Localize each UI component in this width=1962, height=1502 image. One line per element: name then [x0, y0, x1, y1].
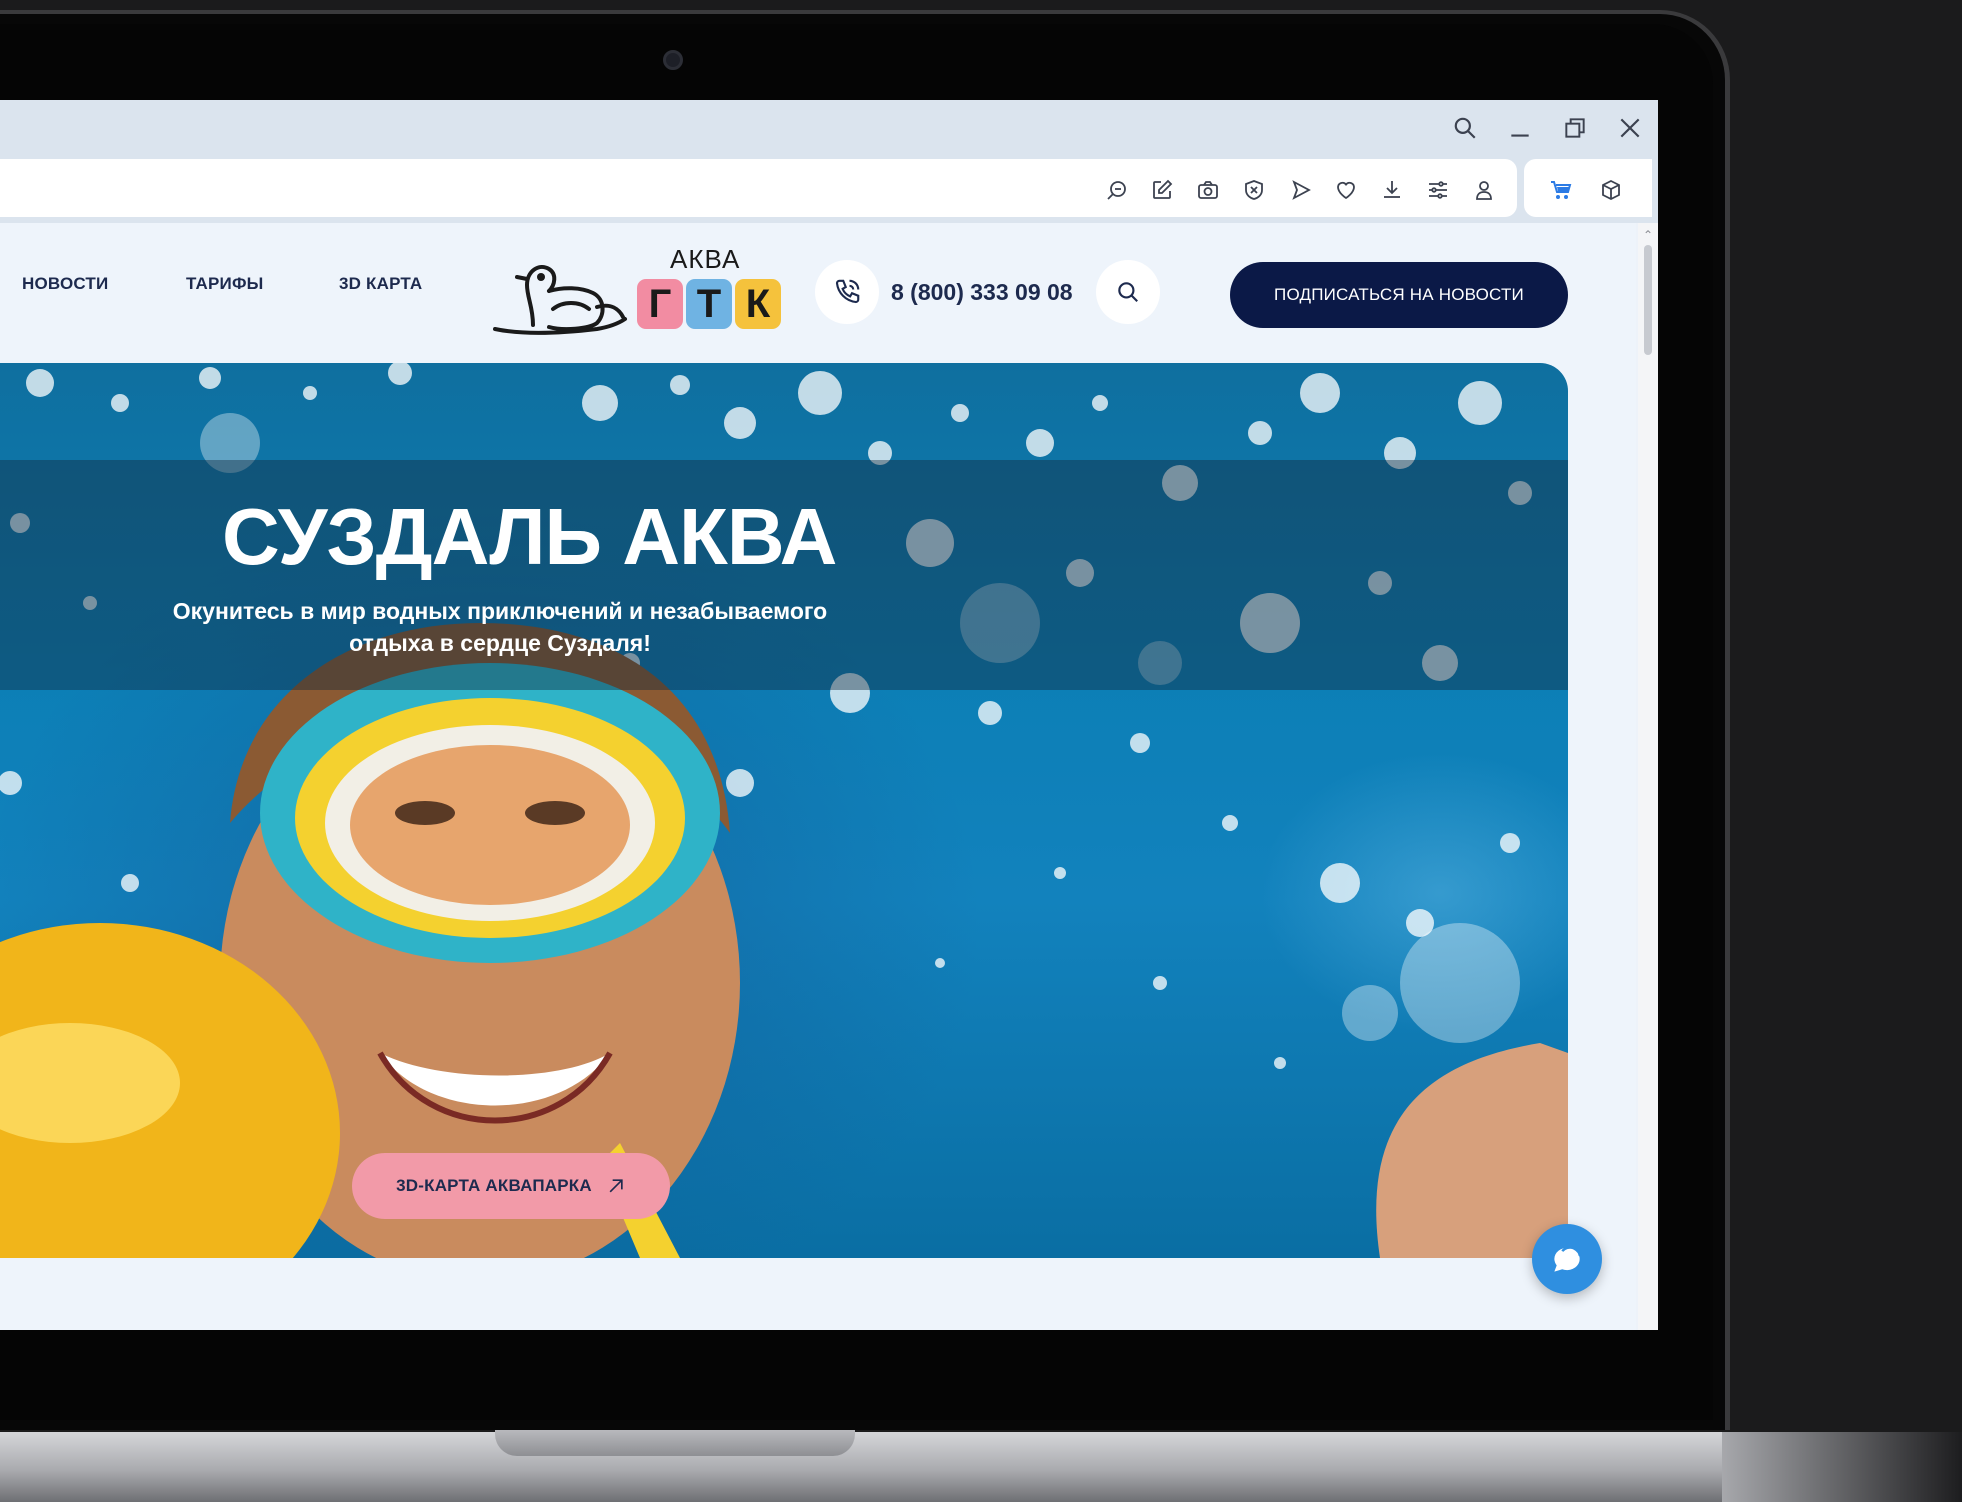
site-logo[interactable]: АКВА Г Т К — [490, 243, 790, 335]
webcam — [663, 50, 683, 70]
nav-tariffs[interactable]: ТАРИФЫ — [186, 274, 264, 294]
logo-tile-t: Т — [686, 279, 732, 329]
page-scrollbar[interactable]: ⌃ — [1638, 223, 1658, 1330]
arrow-up-right-icon — [609, 1179, 623, 1193]
hero-banner: СУЗДАЛЬ АКВА Окунитесь в мир водных прик… — [0, 363, 1568, 1258]
camera-icon[interactable] — [1191, 173, 1225, 207]
3d-map-button-label: 3D-КАРТА АКВАПАРКА — [396, 1176, 592, 1195]
3d-map-button[interactable]: 3D-КАРТА АКВАПАРКА — [352, 1153, 670, 1219]
nav-news[interactable]: НОВОСТИ — [22, 274, 108, 294]
logo-tile-k: К — [735, 279, 781, 329]
shield-icon[interactable] — [1237, 173, 1271, 207]
laptop-base-shade — [1722, 1432, 1962, 1502]
browser-titlebar — [0, 100, 1658, 157]
download-icon[interactable] — [1375, 173, 1409, 207]
heart-icon[interactable] — [1329, 173, 1363, 207]
logo-akva-text: АКВА — [670, 244, 741, 274]
web-page: НОВОСТИ ТАРИФЫ 3D КАРТА АКВА Г Т К 8 (80… — [0, 223, 1636, 1330]
chat-widget-button[interactable] — [1532, 1224, 1602, 1294]
scroll-up-arrow-icon[interactable]: ⌃ — [1643, 229, 1653, 241]
logo-tile-g: Г — [637, 279, 683, 329]
settings-sliders-icon[interactable] — [1421, 173, 1455, 207]
profile-icon[interactable] — [1467, 173, 1501, 207]
subscribe-button[interactable]: ПОДПИСАТЬСЯ НА НОВОСТИ — [1230, 262, 1568, 328]
hero-subtitle: Окунитесь в мир водных приключений и нез… — [172, 598, 828, 656]
restore-icon[interactable] — [1557, 110, 1593, 146]
nav-3d-map[interactable]: 3D КАРТА — [339, 274, 422, 294]
address-bar[interactable] — [0, 159, 1517, 217]
site-search-button[interactable] — [1096, 260, 1160, 324]
find-in-page-icon[interactable] — [1100, 173, 1134, 207]
phone-number[interactable]: 8 (800) 333 09 08 — [891, 279, 1073, 306]
hero-title: СУЗДАЛЬ АКВА — [222, 491, 837, 583]
phone-button[interactable] — [815, 260, 879, 324]
close-icon[interactable] — [1612, 110, 1648, 146]
laptop-base — [0, 1432, 1962, 1502]
search-icon[interactable] — [1447, 110, 1483, 146]
box-icon[interactable] — [1594, 173, 1628, 207]
scrollbar-thumb[interactable] — [1644, 245, 1652, 355]
browser-window: НОВОСТИ ТАРИФЫ 3D КАРТА АКВА Г Т К 8 (80… — [0, 100, 1658, 1330]
minimize-icon[interactable] — [1502, 110, 1538, 146]
extensions-panel — [1524, 159, 1652, 217]
laptop-hinge-notch — [495, 1430, 855, 1456]
edit-icon[interactable] — [1145, 173, 1179, 207]
browser-toolbar — [0, 157, 1658, 223]
send-icon[interactable] — [1284, 173, 1318, 207]
search-icon — [1118, 282, 1138, 302]
cart-icon[interactable] — [1544, 173, 1578, 207]
hero-title-light: СУЗДАЛЬ — [222, 492, 602, 581]
duck-icon — [493, 265, 627, 335]
hero-title-bold: АКВА — [622, 492, 837, 581]
chat-bubble-icon — [1554, 1246, 1581, 1272]
phone-icon — [835, 279, 860, 304]
